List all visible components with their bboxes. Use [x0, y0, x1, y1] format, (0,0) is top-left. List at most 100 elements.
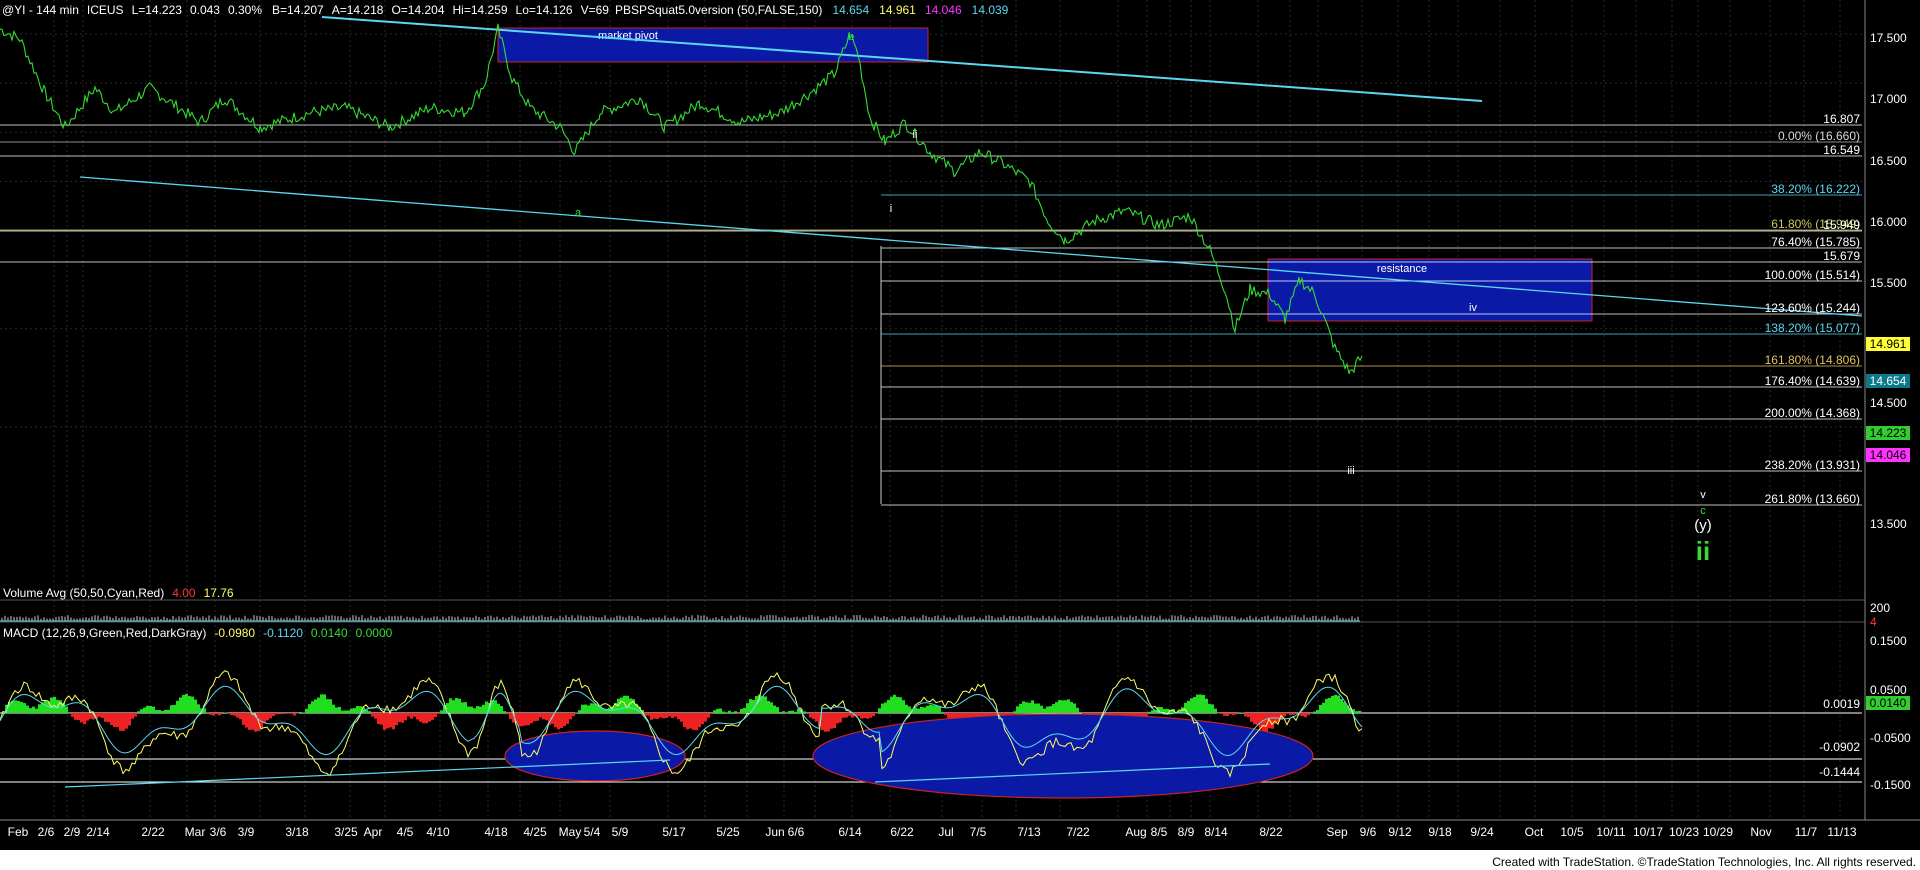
- fib-level-label: 16.807: [1823, 112, 1860, 126]
- macd-hist-bar: [230, 713, 233, 716]
- macd-hist-bar: [668, 713, 671, 717]
- macd-hist-bar: [770, 702, 773, 713]
- macd-hist-bar: [464, 702, 467, 713]
- macd-hist-bar: [776, 707, 779, 713]
- macd-hist-bar: [380, 713, 383, 725]
- macd-hist-bar: [647, 713, 650, 716]
- date-tick-label: Apr: [364, 825, 383, 839]
- macd-hist-bar: [287, 713, 290, 714]
- macd-hist-bar: [869, 713, 872, 718]
- macd-hist-bar: [815, 713, 818, 722]
- macd-hist-bar: [245, 713, 248, 728]
- macd-hist-bar: [293, 713, 296, 716]
- price-badge-text: 14.223: [1870, 426, 1907, 440]
- macd-hist-bar: [650, 713, 653, 720]
- macd-hist-bar: [1307, 713, 1310, 716]
- macd-hist-bar: [662, 713, 665, 719]
- macd-hist-bar: [458, 698, 461, 713]
- macd-hist-bar: [719, 708, 722, 713]
- macd-hist-bar: [1016, 706, 1019, 713]
- macd-tick-label: -0.1500: [1870, 778, 1911, 792]
- macd-hist-bar: [791, 710, 794, 713]
- macd-hist-bar: [563, 713, 566, 726]
- price-chart[interactable]: market pivot resistance iv b a i ii iii …: [0, 0, 1920, 870]
- macd-hist-bar: [497, 703, 500, 713]
- date-tick-label: 9/6: [1360, 825, 1377, 839]
- macd-hist-bar: [779, 712, 782, 713]
- macd-hist-bar: [128, 713, 131, 726]
- macd-hist-bar: [1064, 700, 1067, 713]
- macd-hist-bar: [1187, 700, 1190, 713]
- macd-hist-bar: [857, 713, 860, 717]
- macd-hist-bar: [923, 707, 926, 713]
- macd-hist-bar: [1220, 713, 1223, 714]
- macd-hist-bar: [314, 699, 317, 713]
- macd-hist-bar: [377, 713, 380, 725]
- date-tick-label: Jul: [938, 825, 953, 839]
- macd-hist-bar: [317, 697, 320, 713]
- macd-hist-bar: [1271, 713, 1274, 729]
- price-tick-label: 14.500: [1870, 396, 1907, 410]
- macd-hist-bar: [878, 708, 881, 713]
- macd-hist-bar: [14, 700, 17, 713]
- date-tick-label: 8/14: [1204, 825, 1228, 839]
- macd-hist-bar: [884, 702, 887, 713]
- macd-hist-bar: [311, 701, 314, 713]
- macd-hist-bar: [1286, 713, 1289, 714]
- fib-level-label: 238.20% (13.931): [1765, 458, 1860, 472]
- macd-hist-bar: [1217, 713, 1220, 714]
- macd-hist-bar: [473, 708, 476, 713]
- macd-hist-bar: [521, 713, 524, 727]
- macd-hist-bar: [296, 713, 299, 714]
- macd-hist-bar: [242, 713, 245, 725]
- price-badge-text: 14.046: [1870, 448, 1907, 462]
- macd-hist-bar: [518, 713, 521, 727]
- macd-hist-bar: [467, 706, 470, 713]
- macd-hist-bar: [155, 710, 158, 713]
- macd-tick-label: 0.0500: [1870, 683, 1907, 697]
- price-badge-text: 14.654: [1870, 374, 1907, 388]
- macd-hist-bar: [290, 713, 293, 714]
- macd-hist-bar: [431, 713, 434, 720]
- macd-hist-bar: [167, 709, 170, 713]
- macd-hist-bar: [863, 713, 866, 719]
- date-tick-label: 5/9: [612, 825, 629, 839]
- macd-hist-bar: [743, 707, 746, 713]
- macd-hist-bar: [725, 712, 728, 713]
- macd-hist-bar: [692, 713, 695, 730]
- macd-hist-bar: [917, 708, 920, 713]
- macd-hist-bar: [251, 713, 254, 730]
- macd-hist-bar: [1328, 697, 1331, 713]
- macd-hist-bar: [1322, 702, 1325, 713]
- date-tick-label: 9/24: [1470, 825, 1494, 839]
- macd-hist-bar: [104, 713, 107, 722]
- date-tick-label: 10/11: [1596, 825, 1625, 839]
- macd-hist-bar: [329, 699, 332, 713]
- macd-hist-bar: [272, 713, 275, 717]
- macd-hist-bar: [590, 703, 593, 713]
- macd-hist-bar: [728, 710, 731, 713]
- fib-level-label: 15.679: [1823, 249, 1860, 263]
- footer-credit: Created with TradeStation. ©TradeStation…: [1492, 855, 1916, 869]
- macd-hist-bar: [1079, 712, 1082, 713]
- date-tick-label: 9/12: [1388, 825, 1412, 839]
- macd-hist-bar: [746, 703, 749, 713]
- resistance-box[interactable]: [1267, 258, 1593, 322]
- fib-level-label: 38.20% (16.222): [1771, 182, 1860, 196]
- date-tick-label: Aug: [1125, 825, 1146, 839]
- macd-hist-bar: [839, 713, 842, 723]
- macd-hist-bar: [1202, 695, 1205, 713]
- macd-hist-bar: [83, 713, 86, 725]
- date-tick-label: 10/5: [1560, 825, 1584, 839]
- macd-hist-bar: [113, 713, 116, 728]
- date-tick-label: 4/5: [397, 825, 414, 839]
- date-tick-label: 9/18: [1428, 825, 1452, 839]
- price-badge-text: 14.961: [1870, 337, 1907, 351]
- macd-hist-bar: [89, 713, 92, 719]
- divergence-ellipse-2[interactable]: [812, 713, 1314, 799]
- macd-hist-bar: [434, 713, 437, 718]
- macd-hist-bar: [698, 713, 701, 728]
- macd-hist-bar: [1241, 712, 1244, 713]
- macd-hist-bar: [533, 713, 536, 722]
- date-tick-label: 11/13: [1827, 825, 1856, 839]
